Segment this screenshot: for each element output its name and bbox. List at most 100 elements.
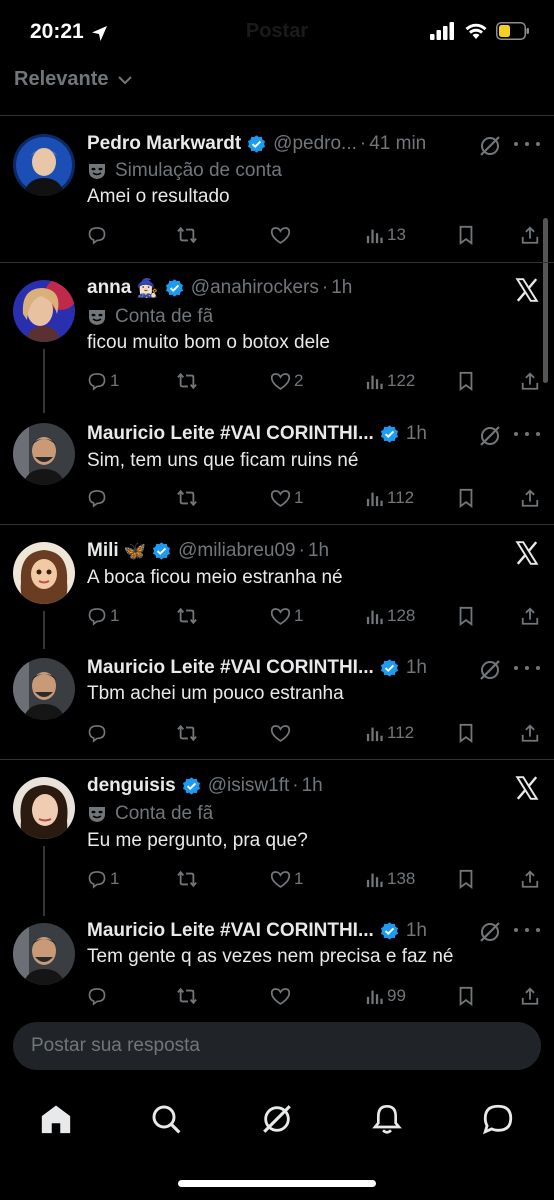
share-button[interactable] [520, 719, 540, 747]
avatar[interactable] [13, 280, 75, 342]
display-name[interactable]: Mauricio Leite #VAI CORINTHI... [87, 423, 374, 445]
replies-count: 1 [110, 869, 120, 888]
share-button[interactable] [520, 865, 540, 893]
x-logo-icon[interactable] [514, 775, 540, 801]
like-button[interactable] [270, 982, 294, 1010]
likes-count: 2 [294, 371, 304, 390]
like-icon [270, 869, 291, 889]
repost-button[interactable] [176, 484, 201, 512]
display-name[interactable]: Pedro Markwardt [87, 133, 241, 155]
verified-badge-icon [246, 134, 267, 155]
tweet-text: ficou muito bom o botox dele [87, 332, 330, 353]
repost-button[interactable] [176, 982, 201, 1010]
avatar[interactable] [13, 423, 75, 485]
views-button[interactable]: 138 [366, 865, 415, 893]
grok-icon[interactable] [478, 424, 502, 448]
share-button[interactable] [520, 367, 540, 395]
views-button[interactable]: 128 [366, 602, 415, 630]
views-count: 122 [387, 371, 416, 390]
tab-grok[interactable] [255, 1097, 299, 1141]
chevron-down-icon[interactable] [117, 72, 133, 88]
bookmark-button[interactable] [457, 602, 475, 630]
more-options-icon[interactable] [514, 134, 540, 154]
like-icon [270, 225, 291, 245]
reply-button[interactable]: 1 [87, 865, 119, 893]
share-button[interactable] [520, 484, 540, 512]
views-button[interactable]: 122 [366, 367, 415, 395]
display-name[interactable]: anna [87, 277, 131, 299]
avatar[interactable] [13, 658, 75, 720]
repost-icon [176, 371, 198, 391]
views-button[interactable]: 112 [366, 484, 414, 512]
avatar[interactable] [13, 777, 75, 839]
views-button[interactable]: 13 [366, 221, 406, 249]
tab-search[interactable] [144, 1097, 188, 1141]
grok-icon[interactable] [478, 658, 502, 682]
home-icon [41, 1105, 71, 1134]
avatar[interactable] [13, 923, 75, 985]
more-options-icon[interactable] [514, 424, 540, 444]
display-name[interactable]: Mauricio Leite #VAI CORINTHI... [87, 920, 374, 942]
tweet-text: Sim, tem uns que ficam ruins né [87, 450, 359, 471]
bookmark-button[interactable] [457, 484, 475, 512]
reply-thread: denguisis @isisw1ft · 1h Conta de fã Eu … [0, 760, 554, 1010]
reply-button[interactable] [87, 484, 110, 512]
tab-messages[interactable] [476, 1097, 520, 1141]
home-indicator[interactable] [178, 1180, 376, 1187]
repost-button[interactable] [176, 865, 201, 893]
share-button[interactable] [520, 982, 540, 1010]
reply-button[interactable]: 1 [87, 602, 119, 630]
bookmark-button[interactable] [457, 865, 475, 893]
display-name[interactable]: Mili [87, 540, 119, 562]
tweet-header: Mili 🦋 @miliabreu09 · 1h [87, 540, 330, 562]
tab-home[interactable] [34, 1097, 78, 1141]
like-button[interactable]: 2 [270, 367, 303, 395]
reply-button[interactable] [87, 719, 110, 747]
like-icon [270, 371, 291, 391]
bookmark-button[interactable] [457, 982, 475, 1010]
reply-button[interactable] [87, 982, 110, 1010]
reply-button[interactable]: 1 [87, 367, 119, 395]
like-button[interactable]: 1 [270, 484, 303, 512]
bookmark-button[interactable] [457, 221, 475, 249]
tab-notifications[interactable] [365, 1097, 409, 1141]
views-button[interactable]: 99 [366, 982, 406, 1010]
reply-button[interactable] [87, 221, 110, 249]
tweet-actions: 1 112 [87, 484, 541, 512]
views-button[interactable]: 112 [366, 719, 414, 747]
x-logo-icon[interactable] [514, 540, 540, 566]
grok-icon[interactable] [478, 134, 502, 158]
tweet-header: Pedro Markwardt @pedro... · 41 min [87, 133, 427, 155]
repost-icon [176, 225, 198, 245]
repost-icon [176, 606, 198, 626]
sort-dropdown[interactable]: Relevante [14, 68, 109, 91]
replies-count: 1 [110, 606, 120, 625]
reply-icon [87, 869, 107, 889]
repost-button[interactable] [176, 221, 201, 249]
repost-button[interactable] [176, 367, 201, 395]
reply-input[interactable]: Postar sua resposta [13, 1022, 541, 1070]
views-count: 13 [387, 225, 406, 244]
verified-badge-icon [181, 776, 202, 797]
bookmark-icon [457, 606, 475, 626]
like-button[interactable]: 1 [270, 602, 303, 630]
more-options-icon[interactable] [514, 920, 540, 940]
like-button[interactable] [270, 221, 294, 249]
display-name[interactable]: Mauricio Leite #VAI CORINTHI... [87, 657, 374, 679]
share-button[interactable] [520, 602, 540, 630]
repost-button[interactable] [176, 602, 201, 630]
share-button[interactable] [520, 221, 540, 249]
avatar[interactable] [13, 542, 75, 604]
repost-button[interactable] [176, 719, 201, 747]
like-button[interactable]: 1 [270, 865, 303, 893]
like-button[interactable] [270, 719, 294, 747]
bookmark-button[interactable] [457, 719, 475, 747]
grok-icon[interactable] [478, 920, 502, 944]
bookmark-button[interactable] [457, 367, 475, 395]
more-options-icon[interactable] [514, 658, 540, 678]
avatar[interactable] [13, 134, 75, 196]
share-icon [520, 606, 540, 626]
account-label: Conta de fã [87, 801, 213, 827]
x-logo-icon[interactable] [514, 277, 540, 303]
display-name[interactable]: denguisis [87, 775, 176, 797]
